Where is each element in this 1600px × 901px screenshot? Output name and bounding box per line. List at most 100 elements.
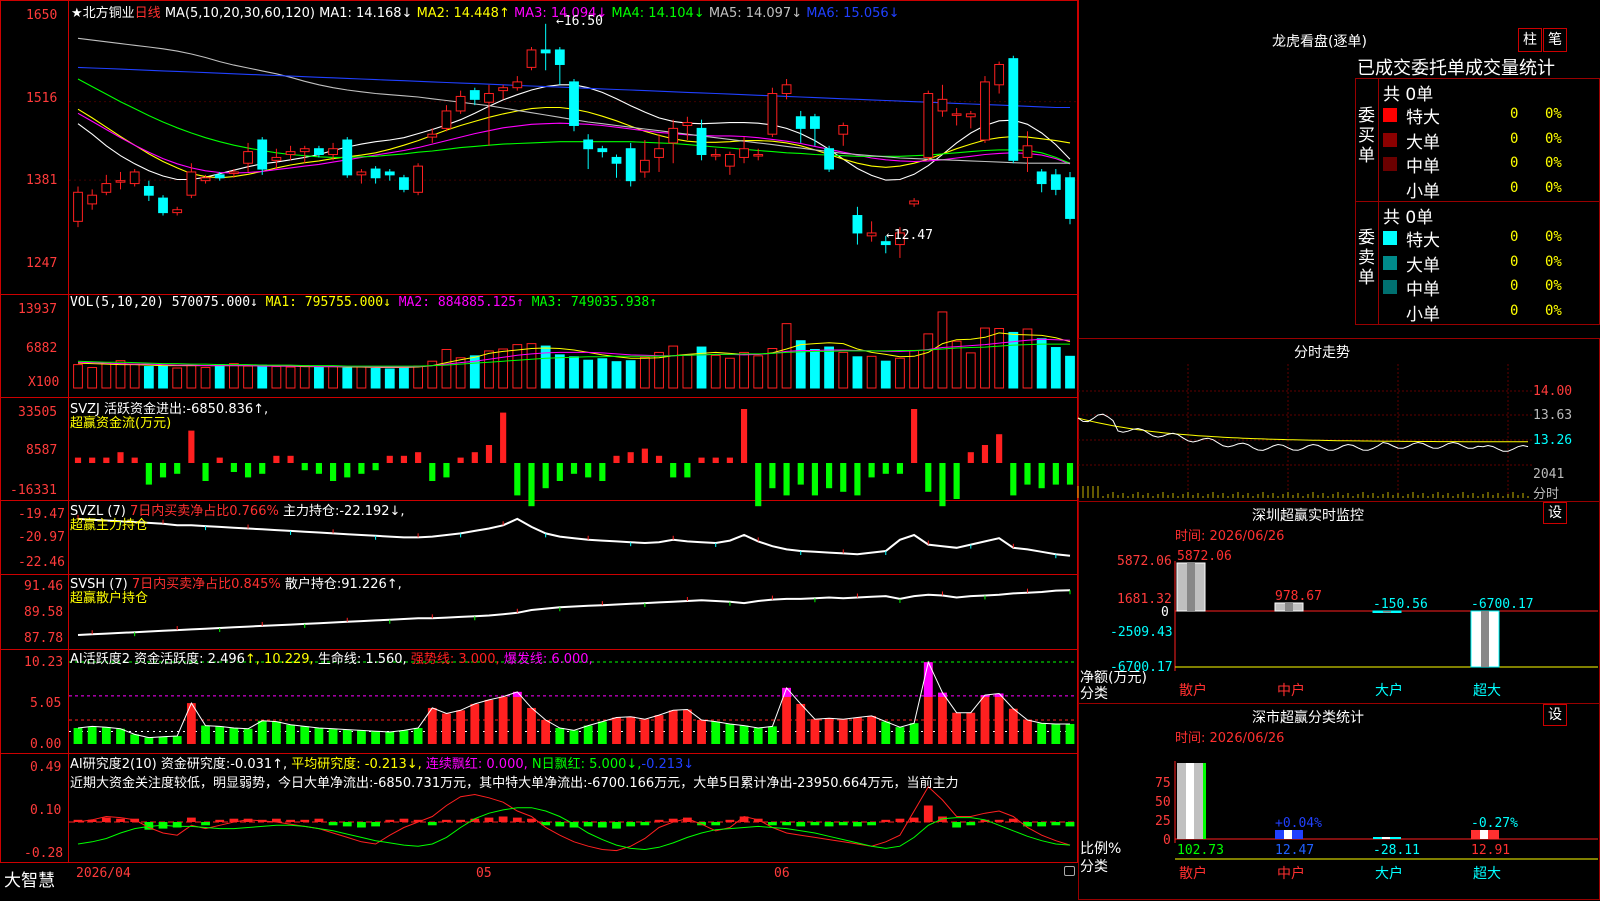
volume-bar [143, 366, 154, 389]
research-bar [215, 819, 225, 822]
classify-category-label: 散户 [1179, 865, 1207, 882]
candle [909, 200, 920, 205]
activity-bar [810, 719, 820, 744]
research-bar [810, 822, 820, 826]
svzj-bar [400, 455, 408, 463]
volume-bar [753, 355, 764, 389]
activity-bar [144, 737, 154, 744]
svzj-bar [372, 463, 379, 471]
candle [994, 63, 1005, 86]
research-bar [583, 822, 593, 827]
candle [441, 110, 452, 129]
volume-bar [965, 352, 976, 389]
volume-bar [838, 351, 849, 389]
legend-swatch [1383, 132, 1397, 147]
volume-bar [767, 348, 778, 389]
svzj-bar [74, 457, 82, 463]
svzj-bar [896, 463, 904, 474]
activity-bar [328, 728, 338, 744]
svzl-desc: 7日内买卖净占比0.766% [129, 504, 279, 519]
candle [384, 171, 395, 176]
activity-bar [952, 712, 962, 744]
svzj-bar [996, 434, 1003, 463]
candle [824, 148, 834, 170]
svzj-bar [911, 409, 918, 463]
research-bar [952, 822, 962, 828]
star-icon[interactable]: ★ [71, 6, 83, 21]
research-legend: AI研究度2(10) 资金研究度:-0.031↑, 平均研究度: -0.213↓… [70, 753, 694, 772]
candle [158, 197, 168, 214]
order-count: 0 [1510, 155, 1519, 171]
activity-bar [215, 726, 225, 744]
intraday-price-line [1077, 413, 1529, 452]
order-count: 0 [1510, 179, 1519, 196]
svzj-bar [230, 463, 237, 472]
order-percent: 0% [1545, 253, 1562, 270]
monitor-category-label: 散户 [1179, 682, 1207, 699]
activity-bar [456, 710, 466, 744]
svzj-bar [641, 448, 648, 463]
order-size-label: 大单 [1406, 132, 1440, 153]
volume-bar [186, 365, 197, 389]
activity-bar [442, 713, 451, 744]
candle [810, 116, 820, 129]
svzj-bar [953, 463, 960, 499]
vol-legend: VOL(5,10,20) 570075.000↓ MA1: 795755.000… [70, 295, 657, 310]
research-avg-line [77, 807, 1071, 851]
vol-tick-2: 6882 [26, 341, 58, 356]
volume-bar [129, 363, 140, 389]
order-count: 0 [1510, 278, 1519, 294]
classify-bar-highlight [1284, 830, 1292, 839]
candle [767, 93, 778, 135]
svsh-line [77, 589, 1071, 636]
volume-bar [739, 351, 749, 389]
volume-bar [413, 365, 424, 389]
classify-bar-highlight [1382, 837, 1390, 839]
volume-bar [668, 345, 679, 389]
svzj-bar [429, 463, 436, 481]
volume-bar [1036, 338, 1047, 389]
candle [87, 194, 98, 205]
research-bar [994, 819, 1004, 822]
svzj-bar [981, 445, 989, 463]
candle [724, 154, 735, 167]
candle [413, 165, 424, 193]
research-bar [101, 817, 111, 822]
svzj-bar [542, 463, 549, 489]
research-bar [300, 819, 310, 822]
period-label[interactable]: 日线 [135, 6, 161, 21]
volume-bar [441, 348, 452, 389]
volume-bar [172, 367, 183, 389]
volume-bar [356, 366, 367, 389]
research-bar [399, 818, 409, 822]
volume-bar [1008, 331, 1019, 389]
candle [923, 93, 934, 158]
activity-bar [881, 721, 891, 744]
classify-category-label: 大户 [1375, 865, 1403, 882]
monitor-chart: 5872.06 散户 978.67 中户 -150.56 大户 -6700.17 超大 [1174, 549, 1598, 699]
vol-unit: X100 [28, 375, 60, 390]
candle [583, 139, 594, 150]
order-size-label: 中单 [1406, 157, 1440, 177]
dragon-btn-tick[interactable]: 笔 [1543, 28, 1567, 52]
research-bar [640, 822, 650, 826]
price-tick-2: 1516 [26, 91, 58, 106]
volume-bar [399, 367, 409, 389]
volume-bar [243, 365, 253, 389]
svzj-bar [244, 463, 252, 478]
candle [328, 148, 338, 156]
vol-ma2: MA2: 884885.125↑ [398, 295, 524, 310]
candle [228, 171, 239, 174]
svzj-bar [174, 463, 181, 474]
classify-value-label: -28.11 [1373, 843, 1420, 858]
order-percent: 0% [1545, 155, 1562, 171]
svsh-tick-2: 89.58 [24, 605, 64, 620]
research-bar [923, 805, 933, 822]
ai-tick-2: 5.05 [30, 696, 62, 711]
svzj-bar [117, 452, 124, 463]
volume-bar [314, 367, 324, 389]
legend-swatch [1383, 181, 1397, 196]
dragon-btn-bar[interactable]: 柱 [1518, 28, 1542, 52]
classify-top-label: -0.27% [1471, 816, 1518, 831]
lock-icon[interactable] [1064, 866, 1075, 876]
